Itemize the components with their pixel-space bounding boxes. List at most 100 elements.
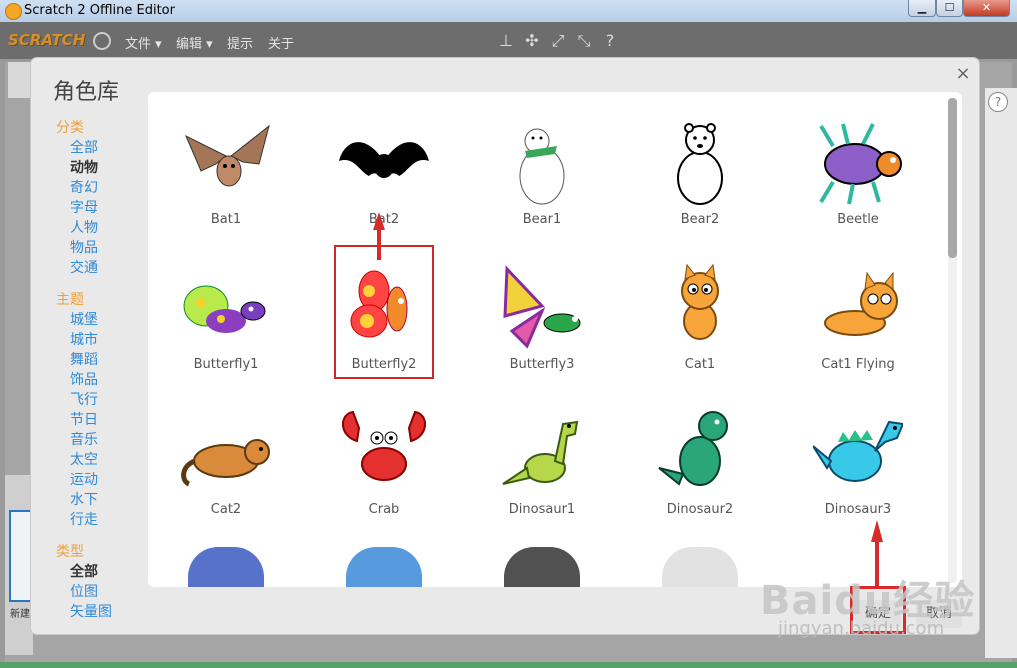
sprite-label: Butterfly3 — [509, 357, 575, 372]
sprite-tile-beetle[interactable]: Beetle — [810, 102, 906, 232]
sprite-tile-partial[interactable] — [188, 547, 264, 587]
minimize-button[interactable]: ▁ — [908, 0, 936, 17]
type-heading: 类型 — [56, 544, 84, 560]
new-sprite-label: 新建 — [10, 609, 30, 620]
sprite-label: Bear2 — [680, 212, 720, 227]
sprite-label: Dinosaur3 — [824, 502, 892, 517]
help-icon[interactable]: ? — [988, 92, 1008, 112]
filter-category-4[interactable]: 人物 — [56, 218, 146, 238]
sprite-tile-bear2[interactable]: Bear2 — [652, 102, 748, 232]
filter-category-3[interactable]: 字母 — [56, 198, 146, 218]
filter-category-0[interactable]: 全部 — [56, 138, 146, 158]
taskbar-strip — [0, 662, 1017, 668]
dinosaur3-icon — [813, 420, 903, 482]
filter-type-2[interactable]: 矢量图 — [56, 602, 146, 622]
sprite-tile-cat2[interactable]: Cat2 — [178, 392, 274, 522]
bat1-icon — [185, 124, 270, 187]
sprite-tile-dinosaur2[interactable]: Dinosaur2 — [652, 392, 748, 522]
filter-theme-4[interactable]: 飞行 — [56, 390, 146, 410]
theme-heading: 主题 — [56, 292, 84, 308]
sprite-label: Bear1 — [522, 212, 562, 227]
filter-theme-10[interactable]: 行走 — [56, 510, 146, 530]
sprite-library-dialog: 角色库 × 分类 全部 动物 奇幻 字母 人物 物品 交通 主题 城堡 城市 舞蹈 饰品 飞行 节日音… — [31, 58, 979, 634]
stamp-icon[interactable]: ⊥ — [497, 31, 515, 50]
scratch-logo[interactable]: SCRATCH — [8, 31, 85, 49]
cat1-flying-icon — [824, 271, 898, 336]
cut-icon[interactable]: ✣ — [523, 31, 541, 50]
category-heading: 分类 — [56, 120, 84, 136]
dialog-title: 角色库 — [53, 80, 120, 105]
sprite-tile-butterfly2[interactable]: Butterfly2 — [334, 245, 434, 379]
filter-theme-1[interactable]: 城市 — [56, 330, 146, 350]
filter-theme-6[interactable]: 音乐 — [56, 430, 146, 450]
menu-tips[interactable]: 提示 — [227, 33, 253, 52]
scrollbar-thumb[interactable] — [948, 98, 957, 258]
window-close-button[interactable]: ✕ — [963, 0, 1010, 17]
menu-file[interactable]: 文件 ▾ — [125, 33, 162, 52]
sprite-tile-cat1-flying[interactable]: Cat1 Flying — [810, 247, 906, 377]
cat2-icon — [181, 439, 270, 487]
window-title: Scratch 2 Offline Editor — [24, 3, 175, 18]
maximize-button[interactable]: ☐ — [936, 0, 963, 17]
sprite-tile-partial[interactable] — [346, 547, 422, 587]
sprite-label: Dinosaur2 — [666, 502, 734, 517]
menu-edit[interactable]: 编辑 ▾ — [176, 33, 213, 52]
sprite-label: Butterfly2 — [351, 357, 417, 372]
sprite-tile-dinosaur3[interactable]: Dinosaur3 — [810, 392, 906, 522]
filter-type-1[interactable]: 位图 — [56, 582, 146, 602]
sprite-tile-crab[interactable]: Crab — [336, 392, 432, 522]
filter-category-5[interactable]: 物品 — [56, 238, 146, 258]
sprite-label: Cat1 Flying — [821, 357, 895, 372]
sprite-tile-bat1[interactable]: Bat1 — [178, 102, 274, 232]
filter-theme-9[interactable]: 水下 — [56, 490, 146, 510]
sprite-label: Cat1 — [684, 357, 716, 372]
sprite-grid-pane: Bat1 Bat2 Bear1 Bear2 Beetle Butterfly1 Butter… — [148, 92, 962, 587]
butterfly3-icon — [503, 265, 581, 349]
sprite-label: Dinosaur1 — [508, 502, 576, 517]
filter-sidebar: 分类 全部 动物 奇幻 字母 人物 物品 交通 主题 城堡 城市 舞蹈 饰品 飞行 节日 音乐 太空 运动水… — [56, 118, 146, 622]
bat2-icon — [339, 142, 429, 178]
crab-icon — [342, 410, 426, 481]
sprite-tile-butterfly1[interactable]: Butterfly1 — [178, 247, 274, 377]
dinosaur2-icon — [658, 411, 728, 486]
beetle-icon — [819, 123, 902, 205]
filter-type-0[interactable]: 全部 — [56, 562, 146, 582]
sprite-tile-butterfly3[interactable]: Butterfly3 — [494, 247, 590, 377]
sprite-tile-partial[interactable] — [504, 547, 580, 587]
scratch-cat-icon — [5, 3, 22, 20]
filter-theme-5[interactable]: 节日 — [56, 410, 146, 430]
filter-category-2[interactable]: 奇幻 — [56, 178, 146, 198]
butterfly2-icon — [350, 270, 408, 338]
dinosaur1-icon — [502, 420, 579, 485]
sprite-label: Bat1 — [210, 212, 242, 227]
watermark-url: jingyan.baidu.com — [778, 618, 945, 639]
scratch-menubar: SCRATCH 文件 ▾ 编辑 ▾ 提示 关于 ⊥ ✣ ⤢ ⤡ ? — [0, 22, 1017, 59]
filter-category-1[interactable]: 动物 — [56, 158, 146, 178]
scrollbar[interactable] — [948, 98, 957, 583]
sprite-tile-partial[interactable] — [662, 547, 738, 587]
help-icon[interactable]: ? — [601, 31, 619, 50]
cat1-icon — [681, 263, 719, 340]
filter-theme-0[interactable]: 城堡 — [56, 310, 146, 330]
right-panel-remnant — [985, 88, 1017, 658]
sprite-tile-cat1[interactable]: Cat1 — [652, 247, 748, 377]
shrink-icon[interactable]: ⤡ — [575, 31, 593, 51]
close-icon[interactable]: × — [954, 63, 972, 84]
filter-theme-3[interactable]: 饰品 — [56, 370, 146, 390]
annotation-arrow-up — [373, 212, 385, 260]
filter-theme-8[interactable]: 运动 — [56, 470, 146, 490]
sprite-tile-dinosaur1[interactable]: Dinosaur1 — [494, 392, 590, 522]
sprite-tile-bear1[interactable]: Bear1 — [494, 102, 590, 232]
butterfly1-icon — [183, 285, 266, 333]
sprite-label: Butterfly1 — [193, 357, 259, 372]
window-titlebar: Scratch 2 Offline Editor ▁ ☐ ✕ — [0, 0, 1017, 23]
filter-theme-7[interactable]: 太空 — [56, 450, 146, 470]
language-globe-icon[interactable] — [93, 32, 111, 50]
menu-about[interactable]: 关于 — [268, 33, 294, 52]
filter-theme-2[interactable]: 舞蹈 — [56, 350, 146, 370]
filter-category-6[interactable]: 交通 — [56, 258, 146, 278]
sprite-label: Cat2 — [210, 502, 242, 517]
sprite-label: Beetle — [837, 212, 879, 227]
grow-icon[interactable]: ⤢ — [549, 31, 567, 51]
bear1-icon — [519, 128, 565, 205]
